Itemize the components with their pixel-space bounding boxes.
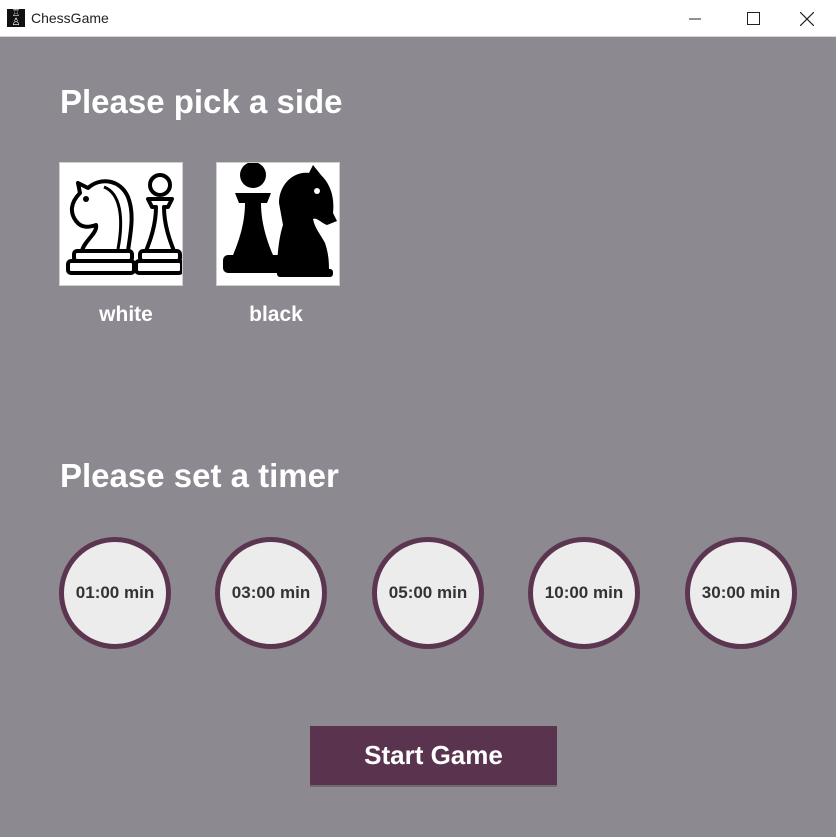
maximize-icon xyxy=(746,12,760,25)
side-label-black: black xyxy=(249,303,303,326)
side-heading: Please pick a side xyxy=(60,83,343,120)
minimize-icon xyxy=(689,18,701,19)
maximize-button[interactable] xyxy=(724,0,782,37)
main-panel: Please pick a side white black Please se… xyxy=(0,37,836,837)
black-side-button[interactable] xyxy=(216,162,340,286)
timer-option-5min[interactable]: 05:00 min xyxy=(372,537,484,649)
timer-option-3min[interactable]: 03:00 min xyxy=(215,537,327,649)
close-icon xyxy=(800,11,814,26)
minimize-button[interactable] xyxy=(666,0,724,37)
side-label-white: white xyxy=(99,303,153,326)
white-knight-pawn-icon xyxy=(66,173,184,275)
black-pawn-knight-icon xyxy=(223,162,337,277)
timer-heading: Please set a timer xyxy=(60,457,339,494)
close-button[interactable] xyxy=(778,0,836,37)
chess-app-icon: ♖ ♙ xyxy=(7,9,25,28)
title-bar: ♖ ♙ ChessGame xyxy=(0,0,836,37)
timer-option-30min[interactable]: 30:00 min xyxy=(685,537,797,649)
timer-option-10min[interactable]: 10:00 min xyxy=(528,537,640,649)
window-title: ChessGame xyxy=(31,10,109,26)
white-side-button[interactable] xyxy=(59,162,184,286)
start-game-button[interactable]: Start Game xyxy=(310,726,557,787)
timer-option-1min[interactable]: 01:00 min xyxy=(59,537,171,649)
